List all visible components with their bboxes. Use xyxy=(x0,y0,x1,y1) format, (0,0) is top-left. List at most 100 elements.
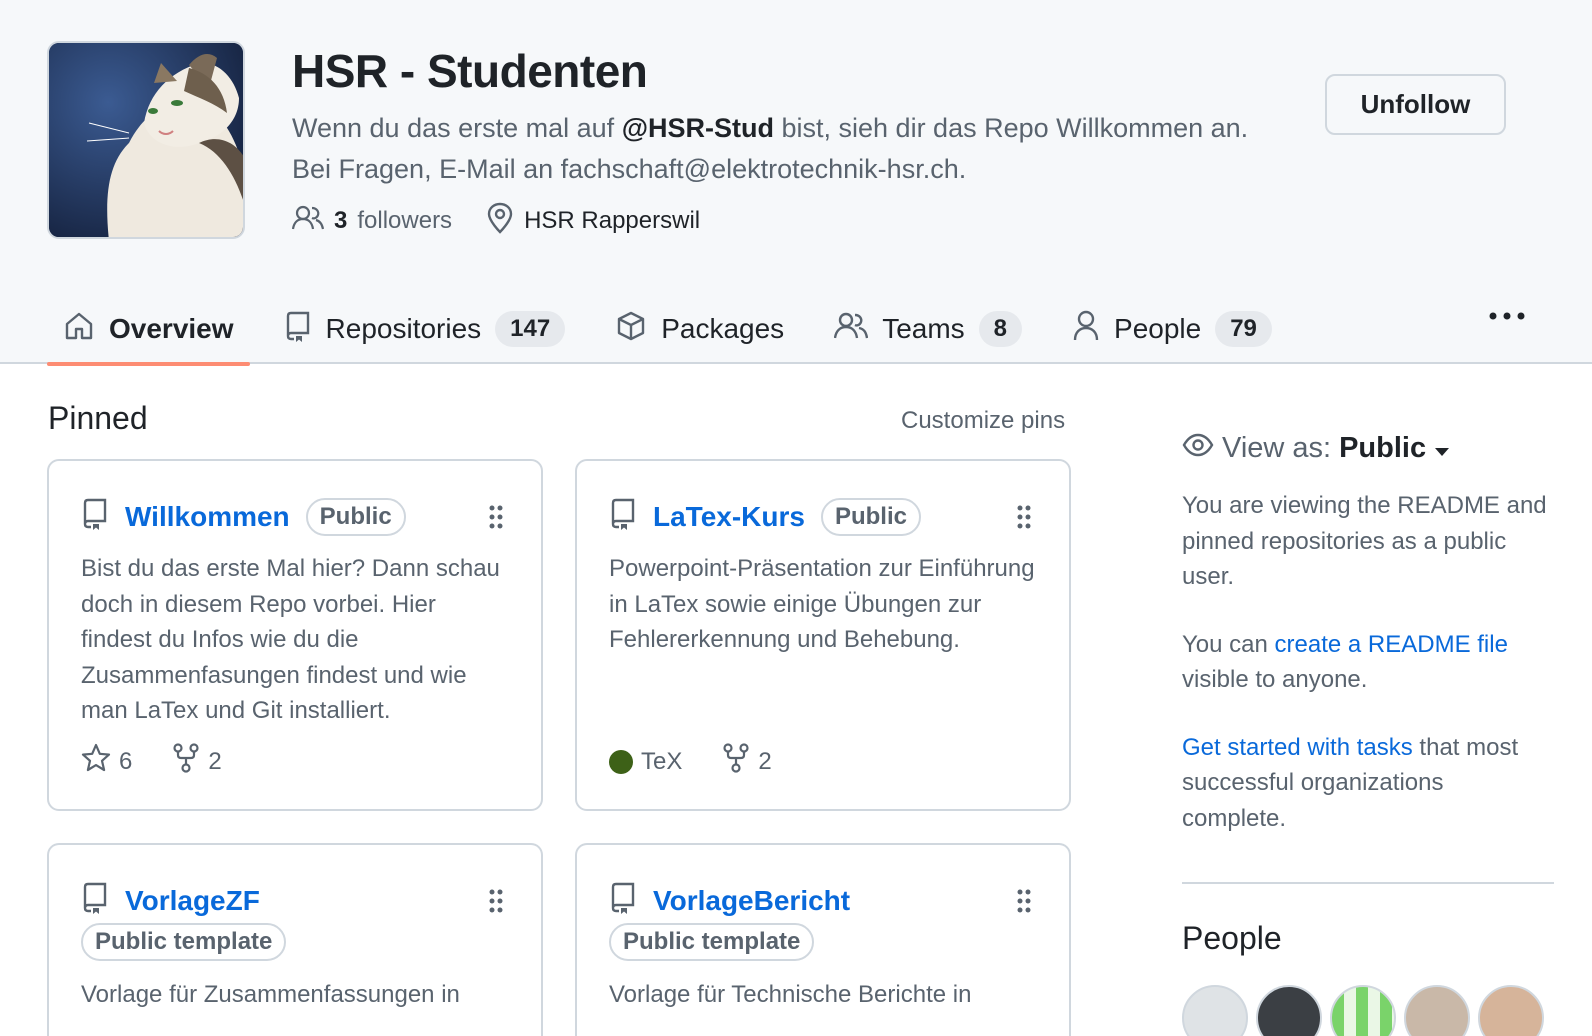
location: HSR Rapperswil xyxy=(486,202,700,241)
view-as-value: Public xyxy=(1339,431,1427,464)
repo-name-link[interactable]: VorlageBericht xyxy=(653,885,850,917)
tab-label: Overview xyxy=(109,313,234,344)
repo-description: Vorlage für Zusammenfassungen in xyxy=(81,981,460,1008)
people-avatar-list xyxy=(1182,985,1554,1036)
forks-link[interactable]: 2 xyxy=(172,743,222,780)
repo-name-link[interactable]: Willkommen xyxy=(125,501,290,533)
tab-repositories[interactable]: Repositories 147 xyxy=(268,294,582,364)
get-started-text: Get started with tasks that most success… xyxy=(1182,730,1554,837)
repo-meta: 6 2 xyxy=(81,743,222,780)
repo-icon xyxy=(609,497,637,536)
drag-handle-icon[interactable] xyxy=(1017,505,1031,534)
language-name: TeX xyxy=(641,747,683,775)
pinned-repo-card: VorlageBericht Public template Vorlage f… xyxy=(575,843,1071,1036)
visibility-badge: Public template xyxy=(81,923,287,961)
org-description: Wenn du das erste mal auf @HSR-Stud bist… xyxy=(292,108,1332,190)
card-header: LaTex-Kurs Public xyxy=(609,497,921,536)
view-as-dropdown[interactable]: View as: Public xyxy=(1182,420,1554,476)
people-icon xyxy=(291,205,325,238)
language: TeX xyxy=(609,748,682,776)
forks-count: 2 xyxy=(208,747,222,775)
org-nav-tabs: Overview Repositories 147 Packages Teams… xyxy=(47,294,1306,366)
card-header: VorlageBericht xyxy=(609,881,850,920)
org-avatar[interactable] xyxy=(47,41,245,239)
card-header: Willkommen Public xyxy=(81,497,406,536)
fork-icon xyxy=(172,743,200,780)
repo-icon xyxy=(81,881,109,920)
people-heading: People xyxy=(1182,920,1282,956)
caret-down-icon xyxy=(1434,432,1450,465)
avatar[interactable] xyxy=(1404,985,1470,1036)
avatar[interactable] xyxy=(1182,985,1248,1036)
tab-label: Packages xyxy=(661,313,785,344)
tab-label: People xyxy=(1114,313,1202,344)
visibility-badge: Public xyxy=(820,497,921,536)
tab-people[interactable]: People 79 xyxy=(1056,294,1288,364)
tab-counter: 147 xyxy=(495,311,566,347)
drag-handle-icon[interactable] xyxy=(1017,889,1031,918)
star-icon xyxy=(81,743,111,780)
followers-label: followers xyxy=(357,207,453,234)
pinned-repo-card: Willkommen Public Bist du das erste Mal … xyxy=(47,459,543,811)
followers-link[interactable]: 3 followers xyxy=(291,205,453,238)
avatar[interactable] xyxy=(1478,985,1544,1036)
person-icon xyxy=(1072,310,1100,349)
forks-link[interactable]: 2 xyxy=(722,743,772,780)
location-text: HSR Rapperswil xyxy=(524,207,701,234)
org-desc-line2: Bei Fragen, E-Mail an fachschaft@elektro… xyxy=(292,154,967,184)
org-meta: 3 followers HSR Rapperswil xyxy=(291,202,700,241)
visible-text: visible to anyone. xyxy=(1182,666,1368,693)
get-started-link[interactable]: Get started with tasks xyxy=(1182,734,1413,761)
repo-icon xyxy=(284,310,312,349)
unfollow-button[interactable]: Unfollow xyxy=(1325,74,1506,135)
language-color-dot xyxy=(609,749,633,774)
people-icon xyxy=(833,312,869,347)
pinned-repo-card: VorlageZF Public template Vorlage für Zu… xyxy=(47,843,543,1036)
fork-icon xyxy=(722,743,750,780)
view-as-label: View as: xyxy=(1222,431,1332,464)
tab-counter: 8 xyxy=(978,311,1023,347)
pinned-heading: Pinned xyxy=(48,400,148,436)
repo-icon xyxy=(81,497,109,536)
repo-meta: TeX 2 xyxy=(609,743,772,780)
visibility-badge: Public template xyxy=(609,923,815,961)
org-mention-link[interactable]: @HSR-Stud xyxy=(622,113,774,143)
org-desc-part1: Wenn du das erste mal auf xyxy=(292,113,622,143)
drag-handle-icon[interactable] xyxy=(489,889,503,918)
tab-teams[interactable]: Teams 8 xyxy=(818,294,1038,364)
tab-counter: 79 xyxy=(1215,311,1272,347)
tab-label: Teams xyxy=(882,313,965,344)
eye-icon xyxy=(1182,432,1214,465)
card-header: VorlageZF xyxy=(81,881,260,920)
tab-packages[interactable]: Packages xyxy=(599,294,800,364)
repo-description: Bist du das erste Mal hier? Dann schau d… xyxy=(81,555,500,724)
tab-label: Repositories xyxy=(325,313,482,344)
avatar[interactable] xyxy=(1330,985,1396,1036)
org-header: HSR - Studenten Wenn du das erste mal au… xyxy=(0,0,1592,366)
repo-name-link[interactable]: LaTex-Kurs xyxy=(653,501,805,533)
home-icon xyxy=(63,310,95,349)
create-readme-text: You can create a README file visible to … xyxy=(1182,627,1554,698)
stars-count: 6 xyxy=(119,747,133,775)
repo-icon xyxy=(609,881,637,920)
more-options-icon[interactable] xyxy=(1486,300,1528,332)
repo-description: Powerpoint-Präsentation zur Einführung i… xyxy=(609,555,1035,653)
package-icon xyxy=(615,310,647,349)
divider xyxy=(1182,882,1554,884)
repo-name-link[interactable]: VorlageZF xyxy=(125,885,260,917)
avatar[interactable] xyxy=(1256,985,1322,1036)
tab-overview[interactable]: Overview xyxy=(47,294,250,366)
visibility-badge: Public xyxy=(305,497,406,536)
can-text: You can xyxy=(1182,630,1275,658)
customize-pins-link[interactable]: Customize pins xyxy=(901,407,1065,435)
repo-description: Vorlage für Technische Berichte in xyxy=(609,981,972,1008)
readme-note: You are viewing the README and pinned re… xyxy=(1182,492,1547,590)
stars-link[interactable]: 6 xyxy=(81,743,132,780)
pinned-repo-card: LaTex-Kurs Public Powerpoint-Präsentatio… xyxy=(575,459,1071,811)
drag-handle-icon[interactable] xyxy=(489,505,503,534)
org-name: HSR - Studenten xyxy=(292,45,648,97)
followers-count: 3 xyxy=(334,207,348,234)
create-readme-link[interactable]: create a README file xyxy=(1275,631,1508,658)
location-icon xyxy=(486,202,514,241)
forks-count: 2 xyxy=(758,747,772,775)
